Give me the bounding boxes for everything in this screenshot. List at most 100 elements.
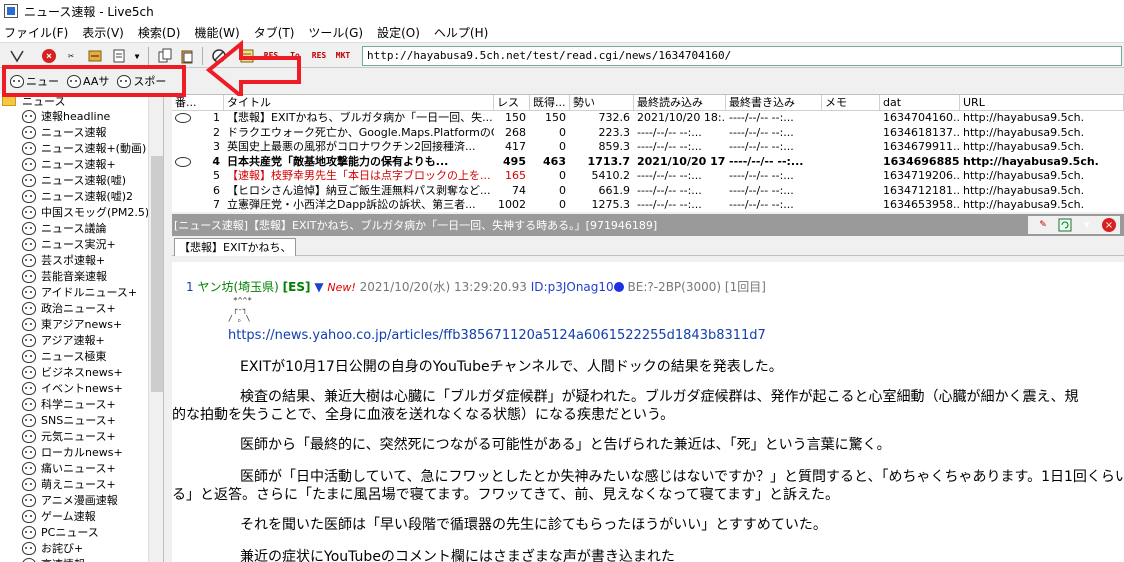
sidebar-board-item[interactable]: ニュース速報(嘘)2 xyxy=(0,188,163,204)
column-header[interactable]: 番... xyxy=(172,95,224,111)
thread-tab[interactable]: 【悲報】EXITかねち、 xyxy=(174,238,297,256)
res2-icon[interactable]: RES xyxy=(310,47,328,65)
menu-tab[interactable]: タブ(T) xyxy=(254,24,295,41)
folder-icon xyxy=(2,96,16,106)
column-header[interactable]: dat xyxy=(880,95,960,111)
sidebar-board-item[interactable]: 東アジアnews+ xyxy=(0,316,163,332)
thread-title-cell: 【速報】枝野幸男先生「本日は点字ブロックの上を... xyxy=(227,169,491,182)
sidebar-board-item[interactable]: 萌えニュース+ xyxy=(0,476,163,492)
sidebar-board-item[interactable]: 科学ニュース+ xyxy=(0,396,163,412)
sidebar-board-item[interactable]: ニュース速報 xyxy=(0,124,163,140)
article-link[interactable]: https://news.yahoo.co.jp/articles/ffb385… xyxy=(228,328,766,343)
column-header[interactable]: タイトル xyxy=(224,95,494,111)
sidebar-board-item[interactable]: 痛いニュース+ xyxy=(0,460,163,476)
thread-title-cell: ドラクエウォーク死亡か、Google.Maps.PlatformのG... xyxy=(227,125,494,139)
sidebar-board-label: 元気ニュース+ xyxy=(41,430,116,443)
go-icon[interactable] xyxy=(8,47,26,65)
thread-speed-cell: 732.6 xyxy=(598,111,631,124)
menu-search[interactable]: 検索(D) xyxy=(138,24,181,41)
sidebar-board-label: 萌えニュース+ xyxy=(41,478,116,491)
sidebar-board-item[interactable]: 政治ニュース+ xyxy=(0,300,163,316)
thread-res-cell: 74 xyxy=(512,183,526,197)
sidebar-board-item[interactable]: アニメ漫画速報 xyxy=(0,492,163,508)
sidebar-board-item[interactable]: ニュース速報+ xyxy=(0,156,163,172)
reload-icon[interactable] xyxy=(1056,217,1074,233)
thread-row[interactable]: 1 【悲報】EXITかねち、ブルガタ病か「一日一回、失... 150 150 732.6… xyxy=(172,111,1124,126)
menu-function[interactable]: 機能(W) xyxy=(194,24,239,41)
rabbit-icon xyxy=(22,253,36,267)
sidebar-board-item[interactable]: ゲーム速報 xyxy=(0,508,163,524)
paste-icon[interactable] xyxy=(178,47,196,65)
column-header[interactable]: 最終書き込み xyxy=(726,95,822,111)
menu-file[interactable]: ファイル(F) xyxy=(4,24,68,41)
sidebar-board-item[interactable]: ローカルnews+ xyxy=(0,444,163,460)
column-header[interactable]: 既得... xyxy=(530,95,570,111)
thread-row[interactable]: 6 【ヒロシさん追悼】納豆ご飯生涯無料パス剥奪など... 74 0 661.9 ----/… xyxy=(172,184,1124,199)
thread-url-cell: http://hayabusa9.5ch. xyxy=(963,198,1085,211)
rabbit-icon xyxy=(22,141,36,155)
sidebar-board-item[interactable]: ニュース極東 xyxy=(0,348,163,364)
sidebar-board-item[interactable]: ニュース速報(嘘) xyxy=(0,172,163,188)
edit-icon[interactable] xyxy=(110,47,128,65)
column-header[interactable]: 最終読み込み xyxy=(634,95,726,111)
post-number[interactable]: 1 xyxy=(186,280,194,294)
sidebar-board-item[interactable]: イベントnews+ xyxy=(0,380,163,396)
copy-icon[interactable] xyxy=(156,47,174,65)
thread-dat-cell: 1634696885... xyxy=(883,154,960,168)
sidebar-board-item[interactable]: SNSニュース+ xyxy=(0,412,163,428)
sidebar-board-item[interactable]: ニュース議論 xyxy=(0,220,163,236)
triangle-icon[interactable]: ▼ xyxy=(314,280,323,294)
cut-icon[interactable]: ✂ xyxy=(62,47,80,65)
mkt-icon[interactable]: MKT xyxy=(334,47,352,65)
menu-tools[interactable]: ツール(G) xyxy=(308,24,363,41)
chevron-down-icon[interactable]: ▼ xyxy=(1078,217,1096,233)
menu-settings[interactable]: 設定(O) xyxy=(377,24,420,41)
thread-row[interactable]: 2 ドラクエウォーク死亡か、Google.Maps.PlatformのG... 26… xyxy=(172,126,1124,141)
menu-help[interactable]: ヘルプ(H) xyxy=(434,24,488,41)
sidebar-board-item[interactable]: 元気ニュース+ xyxy=(0,428,163,444)
thread-got-cell: 0 xyxy=(559,125,566,139)
scrollbar-thumb[interactable] xyxy=(151,156,163,392)
column-header[interactable]: メモ xyxy=(822,95,880,111)
sidebar-board-item[interactable]: お詫び+ xyxy=(0,540,163,556)
thread-row[interactable]: 4 日本共産党「敵基地攻撃能力の保有よりも... 495 463 1713.7 2021/… xyxy=(172,155,1124,170)
sidebar-board-item[interactable]: 速報headline xyxy=(0,108,163,124)
post-be[interactable]: BE:?-2BP(3000) xyxy=(628,280,722,294)
thread-num: 5 xyxy=(213,169,220,182)
sidebar-board-item[interactable]: 高速情報 xyxy=(0,556,163,562)
sidebar-board-item[interactable]: ビジネスnews+ xyxy=(0,364,163,380)
sidebar-board-item[interactable]: 芸能音楽速報 xyxy=(0,268,163,284)
chevron-down-icon[interactable]: ▼ xyxy=(128,47,146,65)
app-icon xyxy=(4,4,18,18)
sidebar-scrollbar[interactable] xyxy=(148,94,163,562)
rabbit-icon xyxy=(22,125,36,139)
thread-num-cell: 1 xyxy=(172,111,224,126)
column-header[interactable]: 勢い xyxy=(570,95,634,111)
sidebar-board-label: ニュース議論 xyxy=(41,222,107,235)
sidebar-board-label: 痛いニュース+ xyxy=(41,462,116,475)
sidebar-board-item[interactable]: 芸スポ速報+ xyxy=(0,252,163,268)
menu-view[interactable]: 表示(V) xyxy=(82,24,124,41)
thread-last-read-cell: 2021/10/20 17:... xyxy=(637,154,726,168)
close-icon[interactable]: × xyxy=(1100,217,1118,233)
sidebar-board-item[interactable]: PCニュース xyxy=(0,524,163,540)
tool-icon[interactable] xyxy=(86,47,104,65)
thread-row[interactable]: 7 立憲弾圧党・小西洋之Dapp訴訟の訴状、第三者... 1002 0 1275.3 --… xyxy=(172,198,1124,212)
column-header[interactable]: レス xyxy=(494,95,530,111)
sidebar-board-item[interactable]: アイドルニュース+ xyxy=(0,284,163,300)
thread-url-cell: http://hayabusa9.5ch. xyxy=(963,111,1085,124)
stop-icon[interactable]: × xyxy=(40,47,58,65)
thread-row[interactable]: 5 【速報】枝野幸男先生「本日は点字ブロックの上を... 165 0 5410.2 ---… xyxy=(172,169,1124,184)
write-icon[interactable]: ✎ xyxy=(1034,217,1052,233)
thread-row[interactable]: 3 英国史上最悪の風邪がコロナワクチン2回接種済... 417 0 859.3 ----/… xyxy=(172,140,1124,155)
sidebar-board-item[interactable]: 中国スモッグ(PM2.5) xyxy=(0,204,163,220)
thread-url-cell: http://hayabusa9.5ch. xyxy=(963,140,1085,153)
column-header[interactable]: URL xyxy=(960,95,1124,111)
sidebar-board-item[interactable]: ニュース速報+(動画) xyxy=(0,140,163,156)
sidebar-board-item[interactable]: アジア速報+ xyxy=(0,332,163,348)
sidebar-board-label: 科学ニュース+ xyxy=(41,398,116,411)
post-id[interactable]: ID:p3JOnag10 xyxy=(531,280,614,294)
thread-num: 3 xyxy=(213,140,220,153)
url-input[interactable]: http://hayabusa9.5ch.net/test/read.cgi/n… xyxy=(362,46,1122,66)
sidebar-board-item[interactable]: ニュース実況+ xyxy=(0,236,163,252)
